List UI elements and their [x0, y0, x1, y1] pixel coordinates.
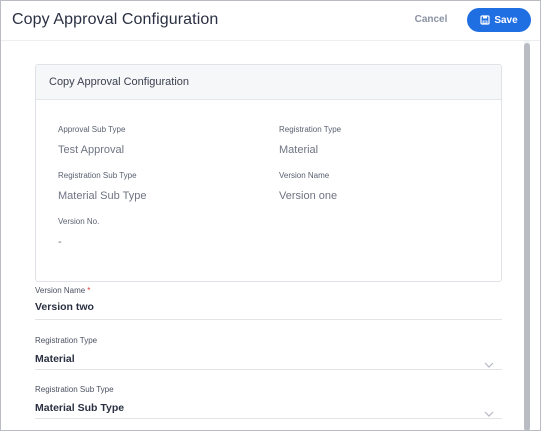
version-name-info: Version Name Version one: [279, 171, 337, 202]
approval-sub-type-info: Approval Sub Type Test Approval: [58, 125, 125, 156]
registration-type-value: Material: [279, 144, 319, 156]
registration-sub-type-info: Registration Sub Type Material Sub Type: [58, 171, 146, 202]
dialog-header: Copy Approval Configuration Cancel Save: [1, 1, 540, 41]
version-name-value: Version one: [279, 190, 338, 202]
source-config-card: Copy Approval Configuration Approval Sub…: [35, 64, 502, 282]
dialog-window: Copy Approval Configuration Cancel Save …: [0, 0, 541, 431]
version-no-label: Version No.: [58, 217, 100, 226]
registration-type-label: Registration Type: [279, 125, 342, 134]
scrollbar-thumb[interactable]: [524, 43, 530, 430]
registration-sub-type-select-value[interactable]: Material Sub Type: [35, 402, 502, 414]
version-no-value: -: [58, 236, 62, 248]
registration-type-select[interactable]: Registration Type Material: [35, 336, 502, 370]
registration-sub-type-label: Registration Sub Type: [58, 171, 137, 180]
vertical-scrollbar[interactable]: [524, 41, 530, 430]
registration-sub-type-value: Material Sub Type: [58, 190, 147, 202]
save-button[interactable]: Save: [467, 8, 531, 32]
version-name-field[interactable]: Version Name * Version two: [35, 286, 502, 320]
required-marker: *: [87, 286, 91, 295]
approval-sub-type-value: Test Approval: [58, 144, 125, 156]
approval-sub-type-label: Approval Sub Type: [58, 125, 126, 134]
registration-sub-type-select[interactable]: Registration Sub Type Material Sub Type: [35, 385, 502, 419]
card-title: Copy Approval Configuration: [36, 65, 501, 100]
registration-type-select-label: Registration Type: [35, 336, 98, 345]
version-name-label: Version Name: [279, 171, 330, 180]
registration-type-info: Registration Type Material: [279, 125, 341, 156]
cancel-button[interactable]: Cancel: [406, 10, 456, 30]
version-name-input[interactable]: Version two: [35, 301, 502, 313]
registration-type-select-value[interactable]: Material: [35, 353, 502, 365]
page-title: Copy Approval Configuration: [12, 11, 219, 28]
save-button-label: Save: [494, 14, 518, 26]
chevron-down-icon[interactable]: [484, 404, 494, 422]
chevron-down-icon[interactable]: [484, 355, 494, 373]
version-name-field-label: Version Name: [35, 286, 86, 295]
version-no-info: Version No. -: [58, 217, 99, 248]
registration-sub-type-select-label: Registration Sub Type: [35, 385, 114, 394]
save-icon: [480, 15, 490, 25]
